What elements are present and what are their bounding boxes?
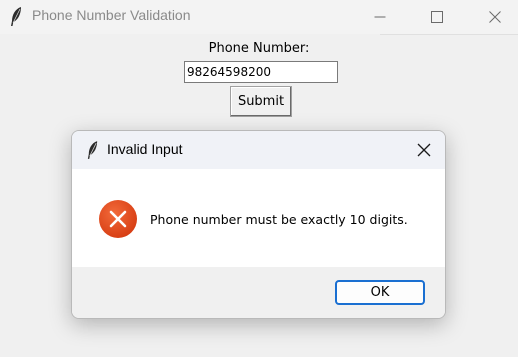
close-button[interactable]: [472, 0, 518, 34]
ok-button[interactable]: OK: [335, 280, 425, 305]
phone-number-label: Phone Number:: [208, 41, 310, 56]
dialog-titlebar: Invalid Input: [72, 131, 445, 169]
minimize-icon: [374, 16, 386, 18]
divider: [380, 34, 518, 35]
window-title: Phone Number Validation: [32, 7, 191, 23]
error-icon: [99, 200, 137, 238]
dialog-title: Invalid Input: [107, 141, 183, 157]
dialog-body: Phone number must be exactly 10 digits.: [72, 169, 445, 267]
dialog-footer: OK: [72, 267, 445, 318]
maximize-button[interactable]: [414, 0, 460, 34]
submit-button[interactable]: Submit: [230, 86, 292, 117]
feather-icon: [11, 7, 21, 26]
phone-number-input[interactable]: [184, 61, 338, 83]
maximize-icon: [431, 11, 443, 23]
close-icon: [489, 11, 501, 23]
dialog-message: Phone number must be exactly 10 digits.: [150, 212, 408, 227]
dialog-close-button[interactable]: [402, 131, 445, 169]
window-titlebar: Phone Number Validation: [0, 0, 518, 34]
invalid-input-dialog: Invalid Input Phone number must be exact…: [71, 130, 446, 319]
feather-icon: [87, 141, 98, 159]
minimize-button[interactable]: [357, 0, 403, 34]
close-icon: [417, 143, 430, 157]
